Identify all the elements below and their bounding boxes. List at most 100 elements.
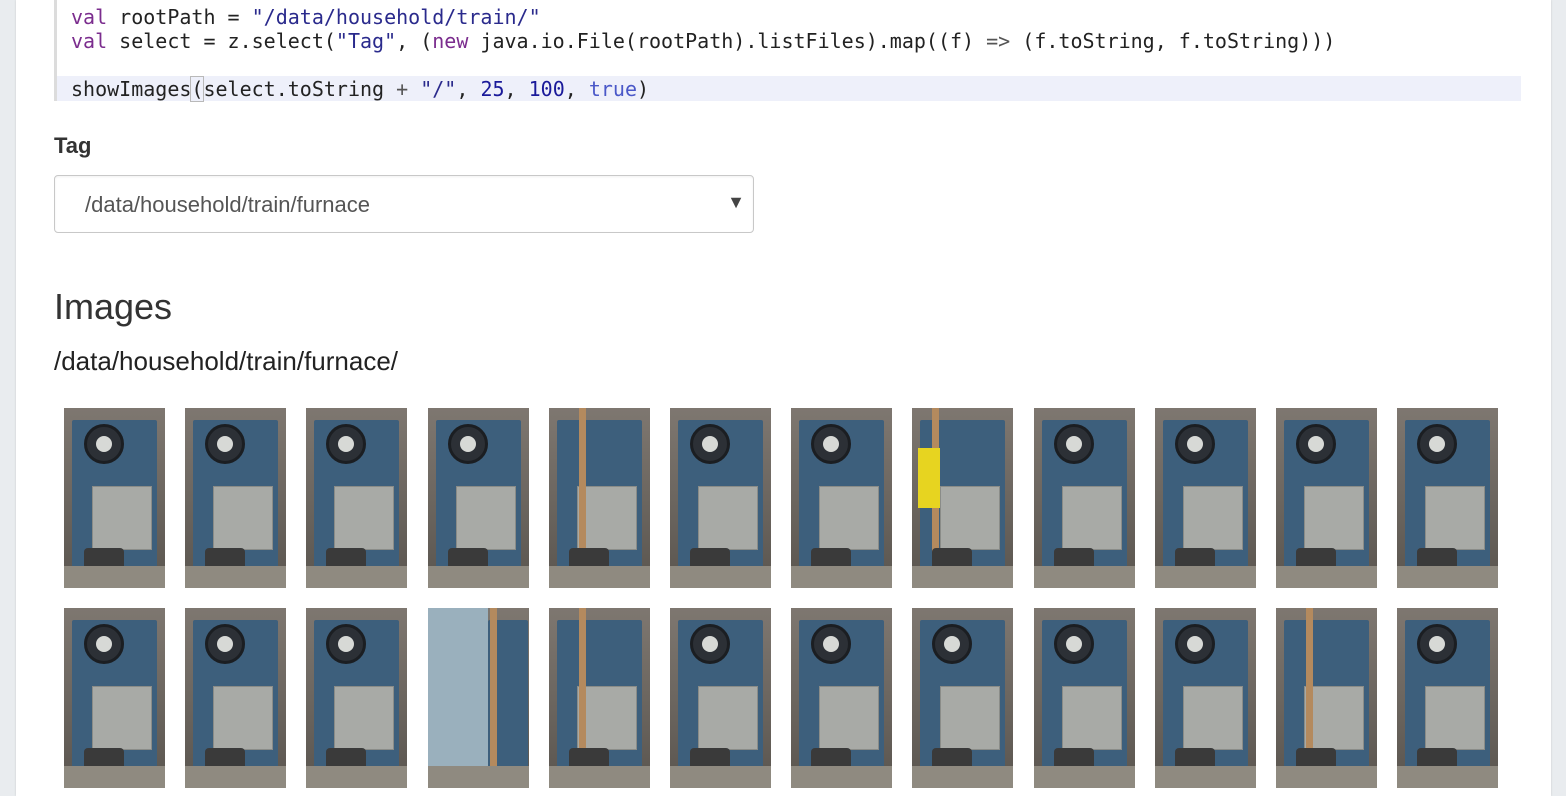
furnace-photo-16[interactable] bbox=[427, 608, 529, 788]
thumbnail-part bbox=[447, 424, 488, 464]
thumbnail-part bbox=[811, 424, 852, 464]
furnace-photo-4[interactable] bbox=[427, 408, 529, 588]
notebook-paragraph: val rootPath = "/data/household/train/" … bbox=[16, 0, 1551, 796]
code-line[interactable]: val select = z.select("Tag", (new java.i… bbox=[71, 29, 1335, 53]
code-token: , bbox=[504, 77, 529, 101]
code-token: + bbox=[396, 77, 409, 101]
thumbnail-part bbox=[84, 424, 124, 464]
thumbnail-part bbox=[185, 766, 287, 788]
furnace-photo-5[interactable] bbox=[548, 408, 650, 588]
code-token: => bbox=[986, 29, 1011, 53]
furnace-photo-20[interactable] bbox=[912, 608, 1014, 788]
thumbnail-part bbox=[1304, 486, 1364, 550]
code-editor[interactable]: val rootPath = "/data/household/train/" … bbox=[54, 0, 1521, 102]
code-token: ( bbox=[190, 76, 205, 102]
thumbnail-part bbox=[334, 486, 395, 550]
code-token: (f.toString, f.toString))) bbox=[1010, 29, 1336, 53]
thumbnail-part bbox=[1033, 566, 1135, 588]
thumbnail-part bbox=[213, 486, 274, 550]
thumbnail-part bbox=[690, 624, 730, 664]
furnace-photo-13[interactable] bbox=[64, 608, 165, 788]
furnace-photo-1[interactable] bbox=[64, 408, 165, 588]
thumbnail-part bbox=[213, 686, 274, 750]
furnace-photo-11[interactable] bbox=[1276, 408, 1377, 588]
furnace-photo-14[interactable] bbox=[185, 608, 287, 788]
code-token: true bbox=[588, 77, 638, 101]
furnace-photo-24[interactable] bbox=[1397, 608, 1499, 788]
thumbnail-part bbox=[576, 486, 637, 550]
thumbnail-part bbox=[1061, 686, 1122, 750]
thumbnail-part bbox=[670, 766, 771, 788]
thumbnail-part bbox=[1397, 766, 1499, 788]
thumbnail-part bbox=[1304, 686, 1364, 750]
thumbnail-part bbox=[205, 424, 246, 464]
furnace-photo-22[interactable] bbox=[1154, 608, 1256, 788]
code-line[interactable]: showImages(select.toString + "/", 25, 10… bbox=[71, 76, 649, 102]
thumbnail-part bbox=[334, 686, 395, 750]
furnace-photo-10[interactable] bbox=[1154, 408, 1256, 588]
thumbnail-part bbox=[912, 766, 1014, 788]
thumbnail-part bbox=[1182, 486, 1243, 550]
furnace-photo-12[interactable] bbox=[1397, 408, 1499, 588]
thumbnail-part bbox=[940, 486, 1001, 550]
thumbnail-part bbox=[489, 608, 497, 788]
thumbnail-part bbox=[670, 566, 771, 588]
code-token: showImages bbox=[71, 77, 192, 101]
furnace-photo-21[interactable] bbox=[1033, 608, 1135, 788]
code-token: val bbox=[71, 5, 108, 29]
furnace-photo-3[interactable] bbox=[306, 408, 408, 588]
thumbnail-part bbox=[791, 766, 893, 788]
code-token: 25 bbox=[480, 77, 505, 101]
thumbnail-part bbox=[1425, 686, 1486, 750]
code-token: , bbox=[564, 77, 589, 101]
thumbnail-part bbox=[698, 686, 758, 750]
images-heading: Images bbox=[54, 286, 173, 327]
thumbnail-part bbox=[548, 566, 650, 588]
thumbnail-part bbox=[92, 486, 152, 550]
thumbnail-part bbox=[455, 486, 516, 550]
thumbnail-part bbox=[698, 486, 758, 550]
furnace-photo-7[interactable] bbox=[791, 408, 893, 588]
furnace-photo-6[interactable] bbox=[670, 408, 771, 588]
furnace-photo-18[interactable] bbox=[670, 608, 771, 788]
code-token: rootPath = bbox=[107, 5, 252, 29]
furnace-photo-15[interactable] bbox=[306, 608, 408, 788]
thumbnail-part bbox=[912, 566, 1014, 588]
tag-label: Tag bbox=[54, 133, 92, 158]
image-grid bbox=[64, 408, 1504, 796]
furnace-photo-8[interactable] bbox=[912, 408, 1014, 588]
furnace-photo-19[interactable] bbox=[791, 608, 893, 788]
thumbnail-part bbox=[306, 766, 408, 788]
thumbnail-part bbox=[819, 686, 880, 750]
thumbnail-part bbox=[64, 766, 165, 788]
thumbnail-part bbox=[1061, 486, 1122, 550]
code-token: new bbox=[432, 29, 469, 53]
tag-select[interactable]: /data/household/train/furnace ▼ bbox=[54, 175, 754, 233]
code-token: "/" bbox=[420, 77, 457, 101]
furnace-photo-17[interactable] bbox=[548, 608, 650, 788]
tag-select-value: /data/household/train/furnace bbox=[85, 192, 370, 217]
images-path: /data/household/train/furnace/ bbox=[54, 346, 399, 376]
chevron-down-icon[interactable]: ▼ bbox=[727, 192, 745, 213]
thumbnail-part bbox=[690, 424, 730, 464]
code-token: select = z.select( bbox=[107, 29, 336, 53]
thumbnail-part bbox=[427, 566, 529, 588]
furnace-photo-2[interactable] bbox=[185, 408, 287, 588]
thumbnail-part bbox=[84, 624, 124, 664]
thumbnail-part bbox=[1053, 624, 1094, 664]
furnace-photo-23[interactable] bbox=[1276, 608, 1377, 788]
thumbnail-part bbox=[427, 766, 529, 788]
thumbnail-part bbox=[64, 566, 165, 588]
code-line[interactable]: val rootPath = "/data/household/train/" bbox=[71, 5, 541, 29]
furnace-photo-9[interactable] bbox=[1033, 408, 1135, 588]
thumbnail-part bbox=[92, 686, 152, 750]
code-token: , ( bbox=[396, 29, 433, 53]
thumbnail-part bbox=[1276, 766, 1377, 788]
thumbnail-part bbox=[791, 566, 893, 588]
thumbnail-part bbox=[1276, 566, 1377, 588]
thumbnail-part bbox=[819, 486, 880, 550]
code-token: , bbox=[456, 77, 481, 101]
thumbnail-part bbox=[548, 766, 650, 788]
thumbnail-part bbox=[1033, 766, 1135, 788]
